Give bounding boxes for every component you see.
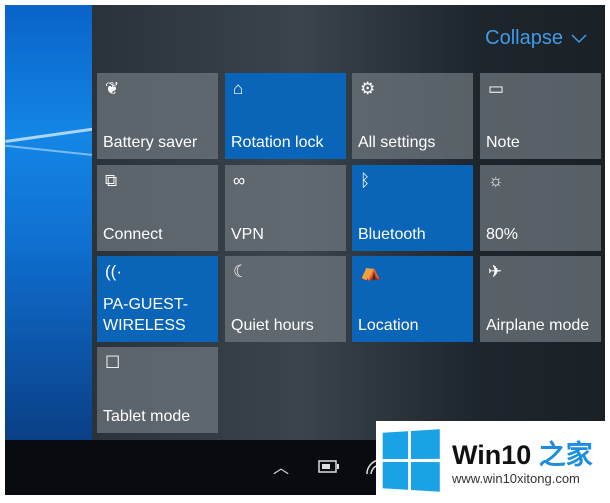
- tile-note[interactable]: ▭ Note: [480, 73, 601, 159]
- desktop-background: [5, 5, 93, 440]
- tile-quiet-hours[interactable]: ☾ Quiet hours: [225, 256, 346, 342]
- chevron-down-icon: [571, 33, 587, 43]
- tile-label: Quiet hours: [231, 317, 314, 334]
- tile-label: PA-GUEST- WIRELESS: [103, 296, 189, 334]
- rotation-lock-icon: ⌂: [233, 79, 244, 98]
- tile-airplane-mode[interactable]: ✈ Airplane mode: [480, 256, 601, 342]
- tile-label: Airplane mode: [486, 317, 590, 334]
- tile-vpn[interactable]: ∞ VPN: [225, 165, 346, 251]
- tile-pa-guest-wireless[interactable]: ((· PA-GUEST- WIRELESS: [97, 256, 218, 342]
- gear-icon: ⚙: [360, 79, 376, 98]
- tile-label: Tablet mode: [103, 408, 191, 425]
- tile-label: Note: [486, 134, 520, 151]
- leaf-icon: ❦: [105, 79, 120, 98]
- watermark-url: www.win10xitong.com: [452, 471, 580, 486]
- collapse-button[interactable]: Collapse: [485, 27, 587, 50]
- note-icon: ▭: [488, 79, 505, 98]
- tile-battery-saver[interactable]: ❦ Battery saver: [97, 73, 218, 159]
- wifi-icon: ((·: [105, 262, 122, 281]
- vpn-icon: ∞: [233, 171, 246, 190]
- airplane-icon: ✈: [488, 262, 503, 281]
- tablet-mode-icon: ☐: [105, 353, 121, 372]
- tile-connect[interactable]: ⧉ Connect: [97, 165, 218, 251]
- tile-tablet-mode[interactable]: ☐ Tablet mode: [97, 347, 218, 433]
- tile-label: 80%: [486, 226, 519, 243]
- tile-label: Rotation lock: [231, 134, 324, 151]
- tile-rotation-lock[interactable]: ⌂ Rotation lock: [225, 73, 346, 159]
- brightness-icon: ☼: [488, 171, 504, 190]
- tile-label: VPN: [231, 226, 264, 243]
- show-hidden-icons-chevron-icon[interactable]: ︿: [273, 454, 289, 478]
- tile-all-settings[interactable]: ⚙ All settings: [352, 73, 473, 159]
- tile-location[interactable]: ⛺ Location: [352, 256, 473, 342]
- watermark-title: Win10 之家: [452, 440, 593, 470]
- battery-icon[interactable]: [318, 460, 340, 474]
- windows-logo-icon: [382, 429, 443, 493]
- watermark: Win10 之家 www.win10xitong.com: [376, 421, 605, 503]
- tile-label: Bluetooth: [358, 226, 426, 243]
- tile-label: Battery saver: [103, 134, 198, 151]
- moon-icon: ☾: [233, 262, 249, 281]
- tile-label: Location: [358, 317, 419, 334]
- tile-label: All settings: [358, 134, 436, 151]
- bluetooth-icon: ᛒ: [360, 171, 371, 190]
- tile-bluetooth[interactable]: ᛒ Bluetooth: [352, 165, 473, 251]
- tile-label: Connect: [103, 226, 163, 243]
- location-icon: ⛺: [360, 262, 382, 281]
- tile-80[interactable]: ☼ 80%: [480, 165, 601, 251]
- collapse-label: Collapse: [485, 27, 563, 49]
- connect-icon: ⧉: [105, 171, 118, 190]
